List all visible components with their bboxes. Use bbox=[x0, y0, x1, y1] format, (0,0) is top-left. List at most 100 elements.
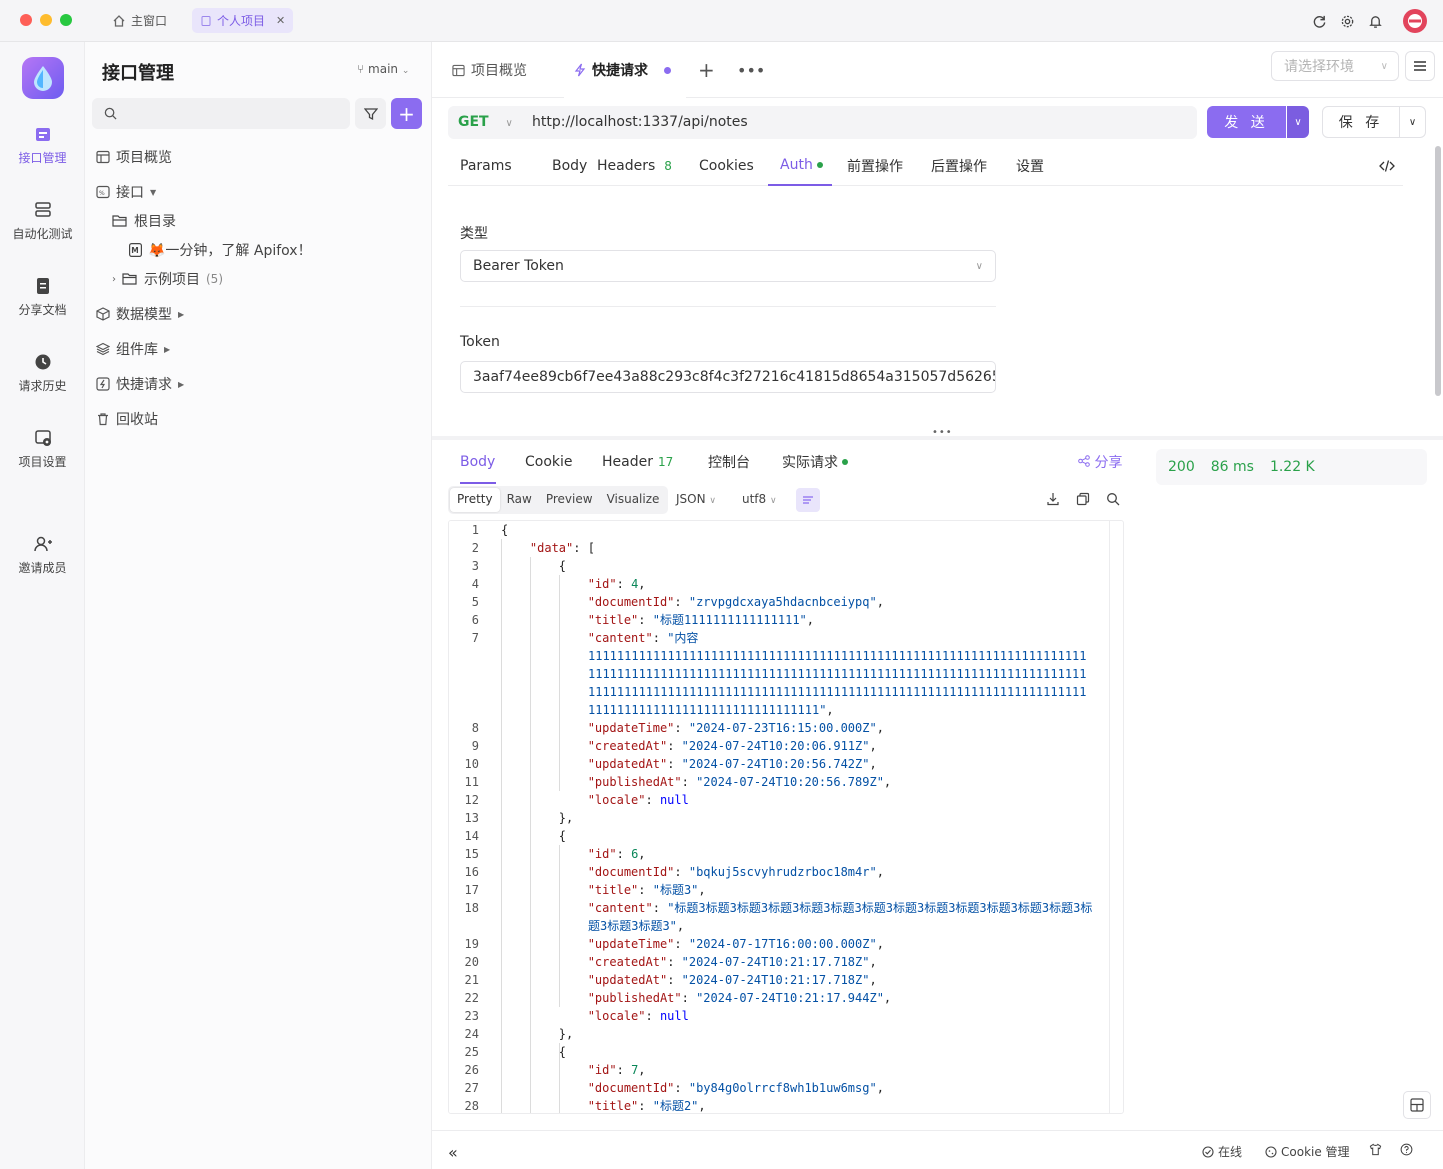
more-horizontal-icon: ••• bbox=[737, 60, 766, 80]
encoding-select[interactable]: utf8 ∨ bbox=[742, 492, 777, 506]
language-select[interactable]: JSON ∨ bbox=[676, 492, 716, 506]
tree-item-api[interactable]: % 接口 ▼ bbox=[96, 182, 156, 202]
tree-item-label: 接口 bbox=[116, 185, 144, 201]
tree-item-data-models[interactable]: 数据模型 ▶ bbox=[96, 304, 184, 324]
add-button[interactable]: + bbox=[391, 98, 422, 129]
token-input[interactable]: 3aaf74ee89cb6f7ee43a88c293c8f4c3f27216c4… bbox=[460, 361, 996, 393]
tree-item-examples[interactable]: › 示例项目 (5) bbox=[112, 269, 223, 289]
scrollbar[interactable] bbox=[1435, 146, 1441, 396]
format-pretty[interactable]: Pretty bbox=[450, 488, 500, 512]
gear-icon[interactable] bbox=[1338, 12, 1356, 30]
hamburger-icon bbox=[1414, 61, 1426, 71]
format-raw[interactable]: Raw bbox=[500, 488, 539, 512]
send-options-button[interactable]: ∨ bbox=[1287, 106, 1309, 138]
resp-tab-body[interactable]: Body bbox=[460, 440, 495, 484]
wrap-lines-button[interactable] bbox=[796, 488, 820, 512]
nav-automation-test[interactable]: 自动化测试 bbox=[0, 200, 85, 242]
layout-toggle-button[interactable] bbox=[1403, 1091, 1431, 1119]
resp-tab-console[interactable]: 控制台 bbox=[708, 440, 750, 484]
save-button[interactable]: 保 存 bbox=[1322, 106, 1400, 138]
lightning-box-icon bbox=[96, 377, 110, 391]
tab-settings[interactable]: 设置 bbox=[1016, 146, 1044, 186]
tab-label: 快捷请求 bbox=[592, 63, 648, 79]
nav-api-management[interactable]: 接口管理 bbox=[0, 124, 85, 166]
bell-icon[interactable] bbox=[1366, 12, 1384, 30]
search-icon[interactable] bbox=[1106, 492, 1120, 506]
close-tab-icon[interactable]: ✕ bbox=[276, 14, 285, 27]
tab-cookies[interactable]: Cookies bbox=[699, 146, 754, 186]
auth-type-select[interactable]: Bearer Token ∨ bbox=[460, 250, 996, 282]
response-body-viewer[interactable]: 1{ 2 "data": [ 3 { 4 "id": 4, 5 "documen… bbox=[448, 520, 1124, 1114]
download-icon[interactable] bbox=[1046, 492, 1060, 506]
window-tab-label: 主窗口 bbox=[131, 14, 168, 28]
more-tabs-button[interactable]: ••• bbox=[737, 42, 765, 98]
save-options-button[interactable]: ∨ bbox=[1400, 106, 1426, 138]
avatar[interactable] bbox=[1403, 9, 1427, 33]
zoom-window-button[interactable] bbox=[60, 14, 72, 26]
format-preview[interactable]: Preview bbox=[539, 488, 600, 512]
menu-button[interactable] bbox=[1405, 51, 1435, 81]
tab-auth[interactable]: Auth bbox=[768, 146, 832, 186]
tab-post-ops[interactable]: 后置操作 bbox=[931, 146, 987, 186]
request-tabs-bar: 项目概览 快捷请求 + ••• 请选择环境 ∨ bbox=[432, 42, 1443, 98]
resp-tab-cookie[interactable]: Cookie bbox=[525, 440, 573, 484]
tab-body[interactable]: Body bbox=[552, 146, 587, 186]
new-tab-button[interactable]: + bbox=[698, 42, 715, 98]
minimize-window-button[interactable] bbox=[40, 14, 52, 26]
nav-invite-members[interactable]: 邀请成员 bbox=[0, 534, 85, 576]
tree-item-root[interactable]: 根目录 bbox=[112, 211, 176, 231]
resp-tab-actual-request[interactable]: 实际请求 bbox=[782, 440, 848, 484]
format-visualize[interactable]: Visualize bbox=[600, 488, 667, 512]
window-tab-home[interactable]: 主窗口 bbox=[104, 8, 175, 33]
method-select[interactable]: GET ∨ bbox=[458, 114, 513, 130]
close-window-button[interactable] bbox=[20, 14, 32, 26]
divider bbox=[460, 306, 996, 307]
url-input[interactable]: http://localhost:1337/api/notes bbox=[532, 114, 748, 130]
tree-item-doc[interactable]: M 🦊一分钟，了解 Apifox！ bbox=[129, 240, 312, 260]
refresh-icon[interactable] bbox=[1310, 12, 1328, 30]
tab-headers[interactable]: Headers 8 bbox=[597, 146, 672, 186]
tree-item-components[interactable]: 组件库 ▶ bbox=[96, 339, 170, 359]
main-area: 项目概览 快捷请求 + ••• 请选择环境 ∨ GET ∨ http://loc… bbox=[432, 42, 1443, 1169]
collapse-sidebar-button[interactable]: « bbox=[448, 1143, 458, 1162]
window-tab-project[interactable]: 个人项目 ✕ bbox=[192, 8, 294, 33]
tab-pre-ops[interactable]: 前置操作 bbox=[847, 146, 903, 186]
share-icon bbox=[1078, 455, 1090, 467]
code-line: 1111111111111111111111111111111111111111… bbox=[588, 685, 1087, 699]
tab-params[interactable]: Params bbox=[460, 146, 512, 186]
resp-tab-header[interactable]: Header 17 bbox=[602, 440, 673, 484]
shirt-icon[interactable] bbox=[1369, 1143, 1382, 1156]
left-nav: 接口管理 自动化测试 分享文档 请求历史 项目设置 邀请成员 bbox=[0, 42, 85, 1169]
branch-selector[interactable]: ⑂ main ⌄ bbox=[357, 62, 409, 76]
code-gen-button[interactable] bbox=[1379, 146, 1395, 186]
environment-select[interactable]: 请选择环境 ∨ bbox=[1271, 51, 1399, 81]
send-button[interactable]: 发 送 bbox=[1207, 106, 1286, 138]
caret-right-icon: ▶ bbox=[178, 379, 185, 389]
search-input[interactable] bbox=[92, 98, 350, 129]
water-drop-icon bbox=[34, 66, 52, 91]
online-status[interactable]: 在线 bbox=[1202, 1143, 1242, 1160]
share-button[interactable]: 分享 bbox=[1078, 452, 1122, 472]
tab-quick-request[interactable]: 快捷请求 bbox=[564, 42, 686, 98]
page-title: 接口管理 bbox=[102, 63, 174, 84]
filter-button[interactable] bbox=[355, 98, 386, 129]
tree-item-trash[interactable]: 回收站 bbox=[96, 409, 158, 429]
nav-project-settings[interactable]: 项目设置 bbox=[0, 428, 85, 470]
chevron-right-icon[interactable]: › bbox=[112, 274, 116, 285]
nav-label: 接口管理 bbox=[18, 151, 67, 165]
help-icon[interactable] bbox=[1400, 1143, 1413, 1156]
code-line: 10 "updatedAt": "2024-07-24T10:20:56.742… bbox=[464, 757, 877, 771]
tab-overview[interactable]: 项目概览 bbox=[452, 42, 527, 98]
code-line: 1111111111111111111111111111111111111111… bbox=[588, 667, 1087, 681]
method-label: GET bbox=[458, 114, 489, 130]
tree-item-label: 项目概览 bbox=[116, 150, 172, 166]
copy-icon[interactable] bbox=[1076, 492, 1090, 506]
layout-icon bbox=[1410, 1098, 1424, 1112]
tree-item-overview[interactable]: 项目概览 bbox=[96, 147, 172, 167]
code-line: 22 "publishedAt": "2024-07-24T10:21:17.9… bbox=[464, 991, 892, 1005]
tree-item-quick-requests[interactable]: 快捷请求 ▶ bbox=[96, 374, 184, 394]
code-line: 26 "id": 7, bbox=[464, 1063, 646, 1077]
cookie-manager-button[interactable]: Cookie 管理 bbox=[1265, 1143, 1350, 1160]
nav-request-history[interactable]: 请求历史 bbox=[0, 352, 85, 394]
nav-share-docs[interactable]: 分享文档 bbox=[0, 276, 85, 318]
